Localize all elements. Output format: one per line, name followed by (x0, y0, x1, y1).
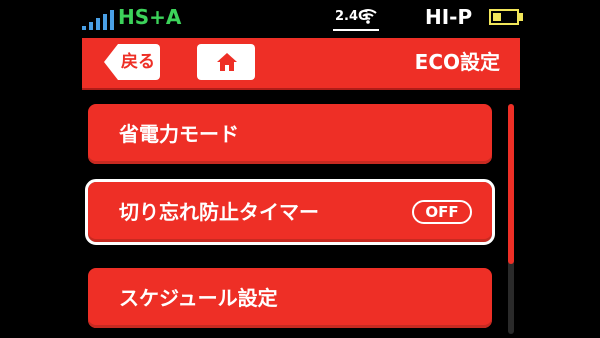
battery-tip (519, 13, 523, 21)
settings-list: 省電力モード 切り忘れ防止タイマー OFF スケジュール設定 (82, 90, 520, 338)
page-title: ECO設定 (414, 50, 500, 74)
home-icon (217, 53, 237, 71)
scrollbar[interactable] (508, 104, 514, 334)
off-toggle[interactable]: OFF (412, 200, 472, 224)
home-button[interactable] (197, 44, 255, 80)
list-item-label: スケジュール設定 (119, 286, 278, 310)
list-item-forget-prevention-timer[interactable]: 切り忘れ防止タイマー OFF (85, 179, 495, 245)
header-bar: 戻る ECO設定 (82, 38, 520, 90)
signal-strength-icon (82, 10, 118, 30)
scrollbar-thumb[interactable] (508, 104, 514, 264)
list-item-power-saving-mode[interactable]: 省電力モード (88, 104, 492, 164)
wifi-icon (359, 9, 377, 24)
battery-level (493, 13, 501, 21)
performance-mode-label: HI-P (425, 5, 473, 29)
wifi-band-underline (333, 29, 379, 31)
battery-icon (489, 9, 519, 25)
network-type-label: HS+A (118, 5, 182, 29)
back-button-label: 戻る (121, 52, 155, 72)
status-bar: HS+A 2.4G HI-P (0, 0, 600, 38)
list-item-label: 省電力モード (119, 122, 239, 146)
list-item-schedule-settings[interactable]: スケジュール設定 (88, 268, 492, 328)
back-button[interactable]: 戻る (104, 44, 160, 80)
list-item-label: 切り忘れ防止タイマー (119, 200, 319, 224)
